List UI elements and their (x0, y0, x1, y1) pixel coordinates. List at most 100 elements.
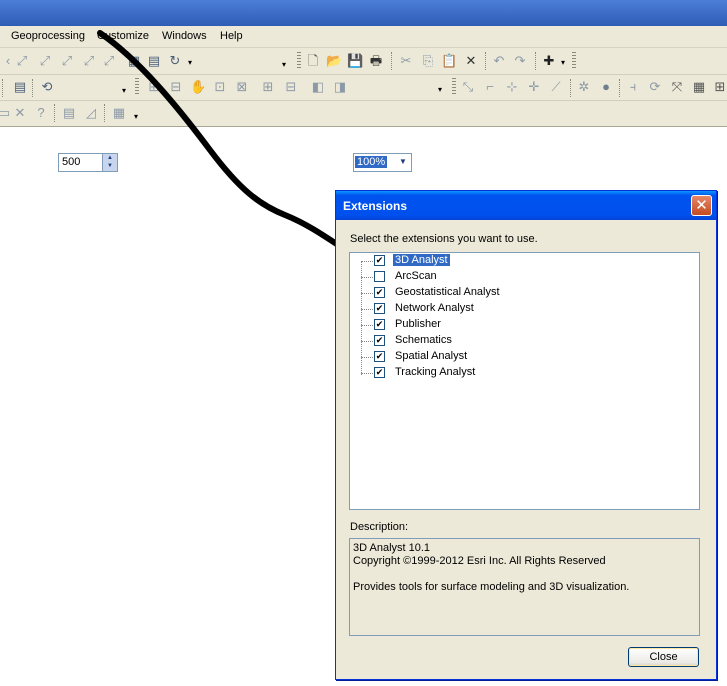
edit-vertex-icon[interactable]: ⤢ (14, 53, 30, 69)
close-icon[interactable]: ✕ (691, 195, 712, 216)
print-icon[interactable]: 🖶 (368, 53, 384, 69)
dropdown-arrow-icon[interactable]: ▾ (188, 58, 192, 67)
midpoint-icon[interactable]: ✛ (526, 79, 542, 95)
menu-windows[interactable]: Windows (162, 30, 207, 42)
sparkle-icon[interactable]: ✲ (576, 79, 592, 95)
extension-item-tracking-analyst[interactable]: ✔ Tracking Analyst (350, 365, 690, 381)
value-stepper[interactable]: 500 ▲ ▼ (58, 153, 118, 172)
checkbox-network-analyst[interactable]: ✔ (374, 303, 385, 314)
report-icon[interactable]: ▦ (111, 105, 127, 121)
forward-extent-icon[interactable]: ◨ (332, 79, 348, 95)
add-data-dropdown-icon[interactable]: ▾ (561, 58, 565, 67)
rotate-feature-icon[interactable]: ⟳ (647, 79, 663, 95)
line-segment-icon[interactable]: ▭ (0, 105, 12, 121)
extension-item-3d-analyst[interactable]: ✔ 3D Analyst (350, 253, 690, 269)
stepper-value: 500 (62, 156, 81, 168)
zoom-in-icon[interactable]: ⊞ (146, 79, 162, 95)
sphere-icon[interactable]: ● (598, 79, 614, 95)
checkbox-geostatistical-analyst[interactable]: ✔ (374, 287, 385, 298)
extension-label: Publisher (395, 318, 441, 330)
checkbox-publisher[interactable]: ✔ (374, 319, 385, 330)
toolbar-chevron-icon[interactable]: ▾ (438, 85, 442, 94)
tree-branch (361, 341, 373, 342)
toolbar-separator (104, 104, 107, 122)
description-box: 3D Analyst 10.1 Copyright ©1999-2012 Esr… (349, 538, 700, 636)
fixed-zoom-in-icon[interactable]: ⊞ (260, 79, 276, 95)
snap-icon[interactable]: ⊹ (504, 79, 520, 95)
menu-customize[interactable]: Customize (97, 30, 149, 42)
tree-branch (361, 277, 373, 278)
dialog-titlebar[interactable]: Extensions ✕ (336, 191, 716, 220)
toolbar-grip[interactable] (297, 52, 301, 70)
toolbar-separator (2, 79, 5, 97)
profile-graph-icon[interactable]: ◿ (83, 105, 99, 121)
chevron-down-icon[interactable]: ▼ (396, 155, 410, 169)
sketch-properties-icon[interactable]: ⊞ (712, 79, 727, 95)
checkbox-schematics[interactable]: ✔ (374, 335, 385, 346)
menu-bar: Geoprocessing Customize Windows Help (0, 26, 727, 48)
stepper-arrows-icon[interactable]: ▲ ▼ (102, 154, 117, 171)
checkbox-spatial-analyst[interactable]: ✔ (374, 351, 385, 362)
select-elements-icon[interactable]: ⤡ (460, 79, 476, 95)
toolbar-chevron-icon[interactable]: ▾ (122, 86, 126, 95)
copy-icon[interactable]: ⎘ (420, 53, 436, 69)
extensions-list[interactable]: ✔ 3D Analyst ArcScan ✔ Geostatistical An… (349, 252, 700, 510)
extensions-dialog: Extensions ✕ Select the extensions you w… (335, 190, 717, 680)
extension-item-geostatistical-analyst[interactable]: ✔ Geostatistical Analyst (350, 285, 690, 301)
toolbar-separator (54, 104, 57, 122)
menu-geoprocessing[interactable]: Geoprocessing (11, 30, 85, 42)
checkbox-arcscan[interactable] (374, 271, 385, 282)
menu-help[interactable]: Help (220, 30, 243, 42)
extension-label: Network Analyst (395, 302, 474, 314)
layout-icon[interactable]: ▤ (146, 53, 162, 69)
zoom-whole-page-icon[interactable]: ⊡ (212, 79, 228, 95)
open-folder-icon[interactable]: 📂 (326, 53, 342, 69)
cross-icon[interactable]: ✕ (12, 105, 28, 121)
extension-label: Schematics (395, 334, 452, 346)
extension-item-network-analyst[interactable]: ✔ Network Analyst (350, 301, 690, 317)
undo-icon[interactable]: ↶ (491, 53, 507, 69)
attributes-icon[interactable]: ▦ (691, 79, 707, 95)
insert-vertex-icon[interactable]: ⤢ (59, 53, 75, 69)
extension-item-publisher[interactable]: ✔ Publisher (350, 317, 690, 333)
split-icon[interactable]: ⫞ (625, 79, 641, 95)
new-document-icon[interactable]: 🗋 (305, 53, 321, 69)
toolbar-separator (570, 79, 573, 97)
redo-icon[interactable]: ↷ (512, 53, 528, 69)
fixed-zoom-out-icon[interactable]: ⊟ (283, 79, 299, 95)
checkbox-3d-analyst[interactable]: ✔ (374, 255, 385, 266)
save-icon[interactable]: 💾 (347, 53, 363, 69)
extension-item-schematics[interactable]: ✔ Schematics (350, 333, 690, 349)
move-vertex-icon[interactable]: ⤢ (81, 53, 97, 69)
extension-item-spatial-analyst[interactable]: ✔ Spatial Analyst (350, 349, 690, 365)
delete-vertex-icon[interactable]: ⤢ (101, 53, 117, 69)
toolbar-grip[interactable] (572, 52, 576, 70)
pan-icon[interactable]: ✋ (190, 79, 206, 95)
table-icon[interactable]: ▦ (126, 53, 142, 69)
refresh-icon[interactable]: ↻ (167, 53, 183, 69)
extension-label: Geostatistical Analyst (395, 286, 500, 298)
edit-sketch-icon[interactable]: ⌐ (482, 79, 498, 95)
zoom-out-icon[interactable]: ⊟ (168, 79, 184, 95)
paste-icon[interactable]: 📋 (441, 53, 457, 69)
add-data-icon[interactable]: ✚ (541, 53, 557, 69)
rotate-icon[interactable]: ⟲ (39, 79, 55, 95)
back-extent-icon[interactable]: ◧ (310, 79, 326, 95)
zoom-100-icon[interactable]: ⊠ (234, 79, 250, 95)
trace-icon[interactable]: ⟋ (548, 79, 564, 95)
toolbar-chevron-icon[interactable]: ▾ (282, 60, 286, 69)
toolbar-chevron-icon[interactable]: ▾ (134, 112, 138, 121)
toolbar-grip[interactable] (452, 78, 456, 96)
checkbox-tracking-analyst[interactable]: ✔ (374, 367, 385, 378)
cut-icon[interactable]: ✂ (398, 53, 414, 69)
toolbar-grip[interactable] (135, 78, 139, 96)
scale-feature-icon[interactable]: ⤧ (669, 79, 685, 95)
close-button[interactable]: Close (628, 647, 699, 667)
add-vertex-icon[interactable]: ⤢ (37, 53, 53, 69)
extension-item-arcscan[interactable]: ArcScan (350, 269, 690, 285)
list-icon[interactable]: ▤ (61, 105, 77, 121)
zoom-level-select[interactable]: 100% ▼ (353, 153, 412, 172)
help-icon[interactable]: ? (33, 105, 49, 121)
grid-icon[interactable]: ▤ (12, 79, 28, 95)
delete-icon[interactable]: ✕ (463, 53, 479, 69)
